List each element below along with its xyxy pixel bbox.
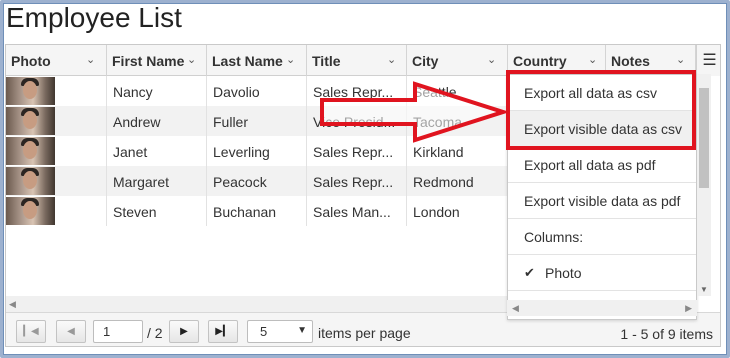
photo-cell: [6, 136, 107, 166]
chevron-down-icon[interactable]: ⌄: [588, 53, 597, 66]
title-cell[interactable]: Sales Repr...: [307, 166, 407, 196]
column-header-label: Photo: [11, 53, 51, 69]
column-header-last-name[interactable]: Last Name ⌄: [207, 45, 307, 76]
employee-photo: [6, 77, 55, 105]
menu-horizontal-scrollbar[interactable]: ◀ ▶: [507, 300, 697, 316]
column-header-label: City: [412, 53, 439, 69]
grid-horizontal-scrollbar[interactable]: ◀: [6, 296, 508, 312]
menu-vertical-scrollbar[interactable]: ▼: [697, 74, 711, 296]
column-header-photo[interactable]: Photo ⌄: [6, 45, 107, 76]
column-header-label: First Name: [112, 53, 185, 69]
first-name-cell[interactable]: Steven: [107, 196, 207, 226]
column-header-title[interactable]: Title ⌄: [307, 45, 407, 76]
photo-cell: [6, 106, 107, 136]
first-name-cell[interactable]: Nancy: [107, 76, 207, 106]
page-title: Employee List: [6, 2, 182, 33]
menu-item-export-visible-pdf[interactable]: Export visible data as pdf: [508, 183, 696, 219]
scroll-left-icon[interactable]: ◀: [512, 303, 519, 314]
last-name-cell[interactable]: Buchanan: [207, 196, 307, 226]
employee-photo: [6, 107, 55, 135]
menu-item-label: Columns:: [524, 229, 584, 245]
title-cell[interactable]: Sales Man...: [307, 196, 407, 226]
photo-cell: [6, 166, 107, 196]
next-page-button[interactable]: ▶: [169, 320, 199, 343]
last-name-cell[interactable]: Fuller: [207, 106, 307, 136]
menu-item-label: Export all data as pdf: [524, 157, 656, 173]
chevron-down-icon[interactable]: ⌄: [86, 53, 95, 66]
city-cell[interactable]: Redmond: [407, 166, 508, 196]
employee-photo: [6, 137, 55, 165]
menu-item-label: Photo: [545, 265, 582, 281]
photo-cell: [6, 196, 107, 226]
first-name-cell[interactable]: Margaret: [107, 166, 207, 196]
scroll-down-icon[interactable]: ▼: [700, 285, 708, 294]
scroll-left-icon[interactable]: ◀: [9, 299, 16, 310]
menu-item-label: Export visible data as pdf: [524, 193, 681, 209]
column-header-label: Title: [312, 53, 341, 69]
city-cell[interactable]: Kirkland: [407, 136, 508, 166]
last-name-cell[interactable]: Davolio: [207, 76, 307, 106]
hamburger-menu-icon[interactable]: ☰: [702, 52, 716, 69]
items-per-page-label: items per page: [318, 325, 411, 341]
last-name-cell[interactable]: Peacock: [207, 166, 307, 196]
title-cell[interactable]: Vice Presid...: [307, 106, 407, 136]
employee-photo: [6, 197, 55, 225]
page-count-label: / 2: [147, 325, 163, 341]
page-size-value: 5: [260, 324, 268, 339]
menu-item-export-all-pdf[interactable]: Export all data as pdf: [508, 147, 696, 183]
scroll-right-icon[interactable]: ▶: [685, 303, 692, 314]
column-header-label: Country: [513, 53, 567, 69]
first-name-cell[interactable]: Andrew: [107, 106, 207, 136]
city-cell[interactable]: London: [407, 196, 508, 226]
chevron-down-icon[interactable]: ⌄: [187, 53, 196, 66]
dropdown-caret-icon[interactable]: ▼: [297, 325, 307, 336]
chevron-down-icon[interactable]: ⌄: [286, 53, 295, 66]
highlight-box: [506, 70, 696, 150]
chevron-down-icon[interactable]: ⌄: [676, 53, 685, 66]
previous-page-button[interactable]: ◀: [56, 320, 86, 343]
photo-cell: [6, 76, 107, 106]
grid-menu-button[interactable]: ☰: [696, 45, 720, 76]
page-size-select[interactable]: 5 ▼: [247, 320, 313, 343]
title-cell[interactable]: Sales Repr...: [307, 76, 407, 106]
menu-columns-heading: Columns:: [508, 219, 696, 255]
chevron-down-icon[interactable]: ⌄: [387, 53, 396, 66]
column-header-first-name[interactable]: First Name ⌄: [107, 45, 207, 76]
column-header-city[interactable]: City ⌄: [407, 45, 508, 76]
employee-photo: [6, 167, 55, 195]
title-cell[interactable]: Sales Repr...: [307, 136, 407, 166]
city-cell[interactable]: Seattle: [407, 76, 508, 106]
page-number-input[interactable]: 1: [93, 320, 143, 343]
city-cell[interactable]: Tacoma: [407, 106, 508, 136]
pager-info: 1 - 5 of 9 items: [620, 326, 713, 342]
first-page-button[interactable]: ▎◀: [16, 320, 46, 343]
last-name-cell[interactable]: Leverling: [207, 136, 307, 166]
first-name-cell[interactable]: Janet: [107, 136, 207, 166]
chevron-down-icon[interactable]: ⌄: [487, 53, 496, 66]
menu-item-column-photo[interactable]: ✔ Photo: [508, 255, 696, 291]
checkmark-icon: ✔: [524, 265, 535, 280]
column-header-label: Last Name: [212, 53, 283, 69]
last-page-button[interactable]: ▶▎: [208, 320, 238, 343]
scrollbar-thumb[interactable]: [699, 88, 709, 188]
column-header-label: Notes: [611, 53, 650, 69]
